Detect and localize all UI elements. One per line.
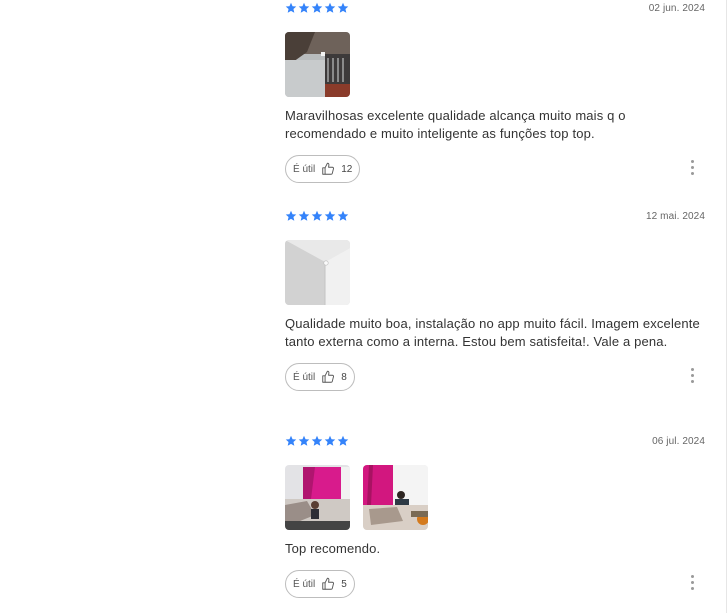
star-icon — [285, 2, 297, 14]
star-icon — [298, 210, 310, 222]
review-text: Top recomendo. — [285, 541, 381, 556]
star-icon — [311, 435, 323, 447]
review-photos — [285, 240, 705, 305]
star-icon — [337, 435, 349, 447]
review-actions: É útil 8 — [285, 363, 705, 391]
review-date: 02 jun. 2024 — [648, 3, 705, 14]
review-photo[interactable] — [285, 465, 350, 530]
useful-count: 5 — [341, 578, 347, 590]
star-rating — [285, 210, 349, 222]
star-icon — [311, 2, 323, 14]
useful-button[interactable]: É útil 5 — [285, 570, 355, 598]
review-photo[interactable] — [285, 240, 350, 305]
star-rating — [285, 435, 349, 447]
review-photo[interactable] — [363, 465, 428, 530]
useful-label: É útil — [293, 578, 316, 590]
star-icon — [285, 210, 297, 222]
useful-count: 8 — [341, 371, 347, 383]
star-icon — [298, 435, 310, 447]
thumbs-up-icon — [321, 370, 335, 384]
review-photos — [285, 32, 705, 97]
star-icon — [311, 210, 323, 222]
more-options-icon[interactable] — [691, 368, 695, 384]
star-icon — [324, 2, 336, 14]
thumbs-up-icon — [321, 577, 335, 591]
review-text: Qualidade muito boa, instalação no app m… — [285, 316, 700, 349]
useful-count: 12 — [341, 163, 353, 175]
review-item: 02 jun. 2024 Maravilhosas excelente qual… — [285, 2, 705, 183]
star-icon — [324, 435, 336, 447]
review-photos — [285, 465, 705, 530]
review-item: 12 mai. 2024 Qualidade muito boa, instal… — [285, 210, 705, 391]
star-rating — [285, 2, 349, 14]
review-actions: É útil 12 — [285, 155, 705, 183]
review-date: 06 jul. 2024 — [652, 436, 705, 447]
review-item: 06 jul. 2024 Top recomendo. É útil 5 — [285, 435, 705, 598]
star-icon — [285, 435, 297, 447]
thumbs-up-icon — [321, 162, 335, 176]
useful-button[interactable]: É útil 12 — [285, 155, 361, 183]
useful-button[interactable]: É útil 8 — [285, 363, 355, 391]
more-options-icon[interactable] — [691, 575, 695, 591]
review-date: 12 mai. 2024 — [645, 211, 705, 222]
review-photo[interactable] — [285, 32, 350, 97]
review-header: 12 mai. 2024 — [285, 210, 705, 226]
more-options-icon[interactable] — [691, 160, 695, 176]
review-actions: É útil 5 — [285, 570, 705, 598]
star-icon — [337, 2, 349, 14]
review-text: Maravilhosas excelente qualidade alcança… — [285, 108, 626, 141]
star-icon — [298, 2, 310, 14]
star-icon — [324, 210, 336, 222]
useful-label: É útil — [293, 163, 316, 175]
review-header: 06 jul. 2024 — [285, 435, 705, 451]
reviews-page: 02 jun. 2024 Maravilhosas excelente qual… — [0, 0, 727, 613]
useful-label: É útil — [293, 371, 316, 383]
star-icon — [337, 210, 349, 222]
review-header: 02 jun. 2024 — [285, 2, 705, 18]
